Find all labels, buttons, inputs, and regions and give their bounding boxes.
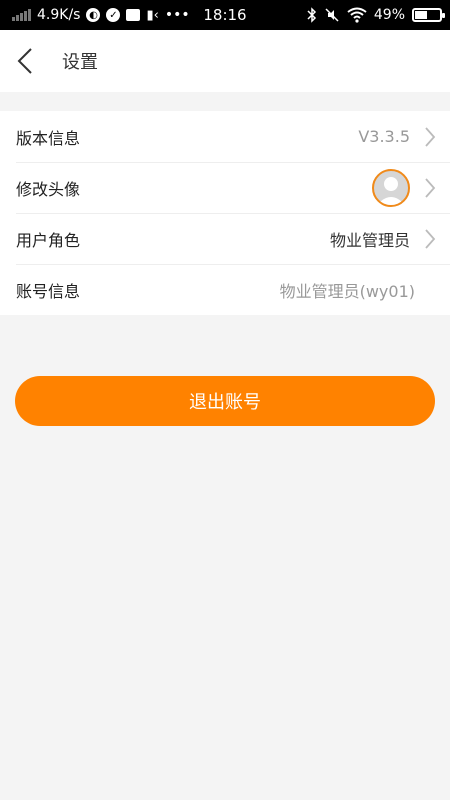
version-info-row[interactable]: 版本信息 V3.3.5 [0, 111, 450, 162]
battery-icon [412, 8, 445, 22]
user-role-row[interactable]: 用户角色 物业管理员 [0, 213, 450, 264]
account-info-row: 账号信息 物业管理员(wy01) [0, 264, 450, 315]
back-button[interactable] [0, 30, 50, 92]
wifi-icon [347, 7, 367, 23]
battery-percent: 49% [373, 7, 405, 23]
user-role-right: 物业管理员 [330, 213, 450, 264]
app-header: 设置 [0, 30, 450, 92]
status-right: 49% [307, 0, 445, 30]
account-info-label: 账号信息 [16, 281, 81, 301]
page-title: 设置 [62, 52, 98, 73]
user-role-value: 物业管理员 [329, 230, 410, 250]
change-avatar-row[interactable]: 修改头像 [0, 162, 450, 213]
user-role-label: 用户角色 [16, 230, 81, 250]
chevron-right-icon [410, 111, 450, 162]
version-info-label: 版本信息 [16, 128, 81, 148]
logout-button[interactable]: 退出账号 [15, 376, 435, 426]
avatar [372, 168, 410, 207]
account-value: 物业管理员(wy01) [279, 281, 415, 301]
account-info-right: 物业管理员(wy01) [280, 278, 450, 302]
version-value: V3.3.5 [358, 127, 410, 146]
change-avatar-label: 修改头像 [16, 179, 81, 199]
status-bar: 4.9K/s ◐ ✓ ▮‹ ••• 18:16 49% [0, 0, 450, 30]
bluetooth-icon [307, 7, 317, 23]
battery-level [415, 11, 427, 19]
user-silhouette-icon [377, 176, 405, 205]
chevron-left-icon [17, 48, 32, 74]
settings-list: 版本信息 V3.3.5 修改头像 用户角色 物业管理员 账号信息 物业管理员(w… [0, 111, 450, 315]
version-info-right: V3.3.5 [358, 111, 450, 162]
change-avatar-right [372, 162, 450, 213]
chevron-right-icon [410, 213, 450, 264]
mute-icon [324, 7, 340, 23]
chevron-right-icon [410, 162, 450, 213]
